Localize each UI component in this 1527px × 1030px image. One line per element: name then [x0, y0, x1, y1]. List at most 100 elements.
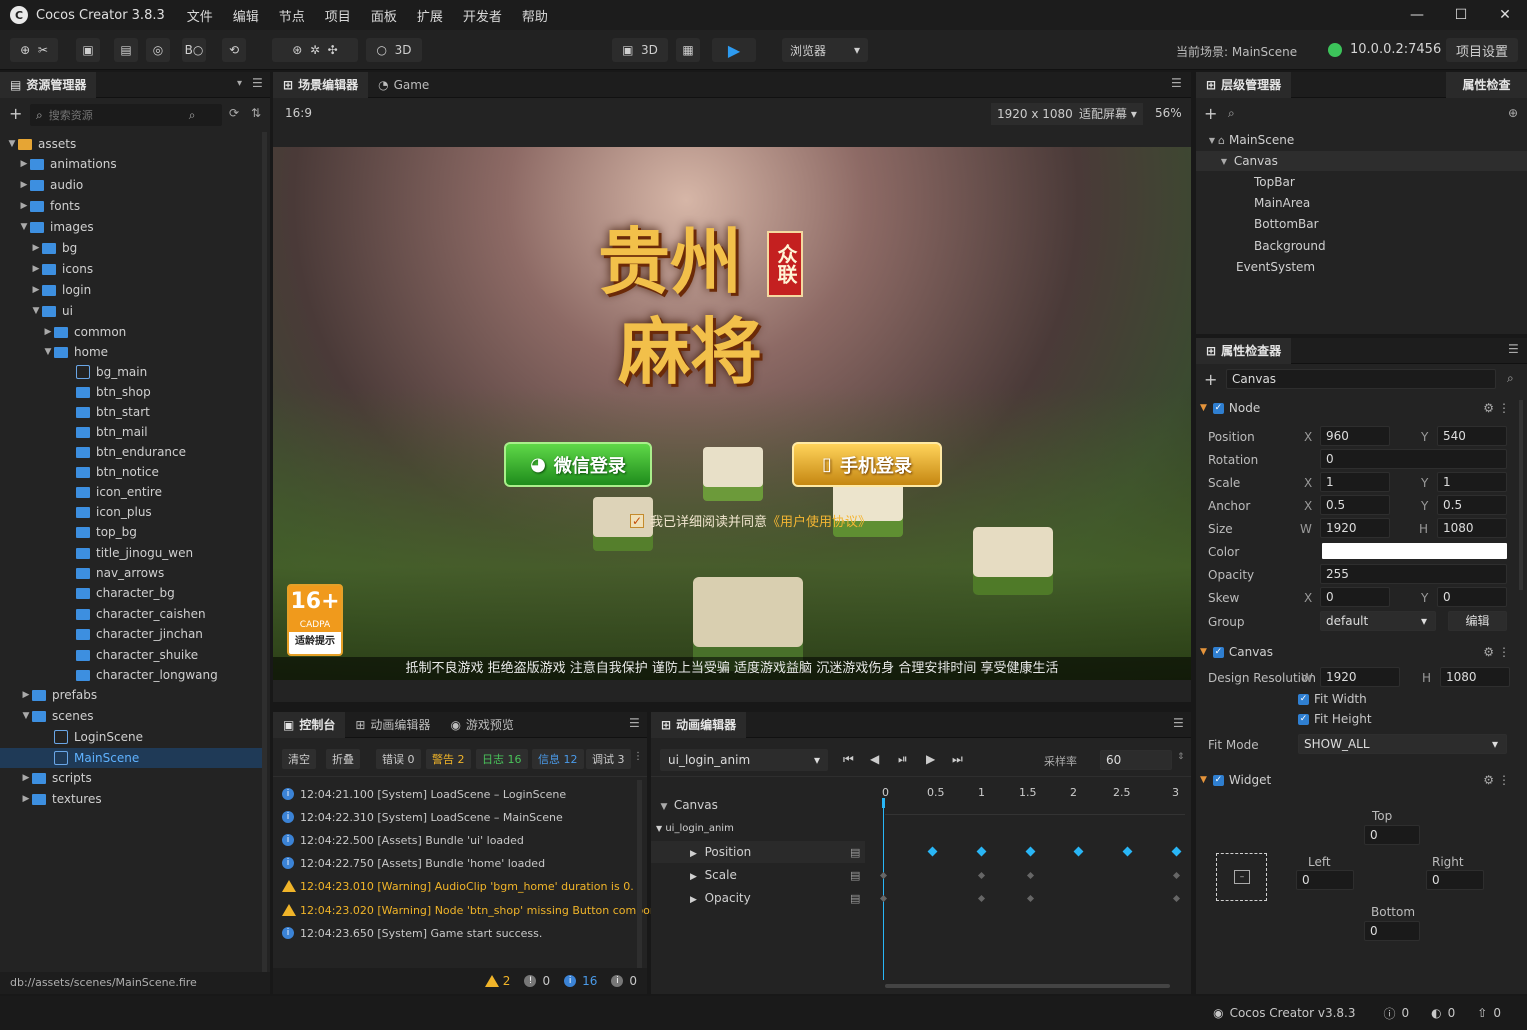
- assets-scrollbar[interactable]: [262, 132, 267, 972]
- node-section-header[interactable]: ▼ ✓ Node ⚙ ⋮: [1200, 397, 1520, 419]
- anim-tree-node[interactable]: ▼ ui_login_anim: [656, 823, 734, 834]
- tree-item-btn-start[interactable]: btn_start: [76, 402, 150, 422]
- sort-icon[interactable]: ⇅: [251, 106, 261, 120]
- expand-icon[interactable]: ▼: [1218, 157, 1230, 166]
- snap-tool-icon[interactable]: ▤: [114, 38, 138, 62]
- keyframe-dim[interactable]: [1172, 871, 1181, 880]
- expand-icon[interactable]: ▶: [18, 180, 30, 190]
- tree-item-character-caishen[interactable]: character_caishen: [76, 604, 206, 624]
- menu-icon[interactable]: ☰: [629, 716, 640, 730]
- fit-height-checkbox[interactable]: ✓: [1298, 713, 1309, 725]
- menu-developer[interactable]: 开发者: [453, 6, 512, 25]
- transform-tools[interactable]: ⊕ ✂: [10, 38, 58, 62]
- play-button[interactable]: ▶: [712, 38, 756, 62]
- expand-icon[interactable]: ▶: [18, 159, 30, 169]
- log-row[interactable]: i 12:04:22.750 [Assets] Bundle 'home' loa…: [282, 853, 545, 873]
- dropdown-icon[interactable]: ▾: [237, 78, 242, 89]
- sample-input[interactable]: 60: [1100, 750, 1172, 770]
- expand-icon[interactable]: ▶: [42, 327, 54, 337]
- prev-frame-icon[interactable]: ◀: [870, 752, 879, 766]
- keyframe-dim[interactable]: [879, 871, 888, 880]
- keyframe[interactable]: [1171, 846, 1182, 857]
- tree-item-icon-entire[interactable]: icon_entire: [76, 482, 162, 502]
- search-icon[interactable]: ⌕: [1228, 106, 1235, 121]
- tab-console[interactable]: ▣ 控制台: [273, 711, 346, 738]
- fit-mode-select[interactable]: SHOW_ALL ▾: [1298, 734, 1507, 754]
- phone-login-button[interactable]: ▯ 手机登录: [792, 442, 942, 487]
- local-icon[interactable]: ✲: [310, 43, 320, 57]
- tree-item-character-shuike[interactable]: character_shuike: [76, 645, 198, 665]
- expand-icon[interactable]: ▶: [20, 773, 32, 783]
- zoom-level[interactable]: 56%: [1155, 106, 1182, 120]
- expand-icon[interactable]: ▼: [6, 139, 18, 149]
- tree-item-character-jinchan[interactable]: character_jinchan: [76, 624, 203, 644]
- position-x-input[interactable]: 960: [1320, 426, 1390, 446]
- notification-icon[interactable]: ◐: [1431, 1006, 1441, 1020]
- tab-game-preview[interactable]: ◉ 游戏预览: [440, 712, 524, 738]
- expand-icon[interactable]: ▼: [20, 711, 32, 721]
- tree-item-login[interactable]: ▶ login: [30, 280, 92, 300]
- global-icon[interactable]: ✣: [328, 43, 338, 57]
- agreement-checkbox[interactable]: ✓: [630, 513, 644, 528]
- settings-icon[interactable]: ⊕: [1508, 106, 1518, 120]
- tab-animation-editor[interactable]: ⊞ 动画编辑器: [345, 712, 440, 738]
- tree-item-character-longwang[interactable]: character_longwang: [76, 665, 218, 685]
- first-frame-icon[interactable]: ⏮: [843, 752, 854, 767]
- agreement-link[interactable]: 《用户使用协议》: [767, 511, 871, 530]
- filter-debug-button[interactable]: 调试 3: [586, 749, 631, 769]
- filter-error-button[interactable]: 错误 0: [376, 749, 421, 769]
- scissors-icon[interactable]: ✂: [38, 43, 48, 57]
- menu-icon[interactable]: ☰: [1171, 76, 1182, 90]
- log-row[interactable]: i 12:04:22.500 [Assets] Bundle 'ui' loade…: [282, 830, 524, 850]
- size-h-input[interactable]: 1080: [1437, 518, 1507, 538]
- tree-item-mainscene[interactable]: MainScene: [0, 748, 262, 768]
- expand-icon[interactable]: ▶: [20, 690, 32, 700]
- widget-top-input[interactable]: 0: [1364, 825, 1420, 845]
- log-row[interactable]: 12:04:23.010 [Warning] AudioClip 'bgm_ho…: [282, 876, 634, 896]
- timeline-scrollbar[interactable]: [885, 984, 1170, 988]
- keyframe[interactable]: [1122, 846, 1133, 857]
- keyframe-dim[interactable]: [977, 894, 986, 903]
- add-node-icon[interactable]: +: [1204, 104, 1217, 123]
- node-name-input[interactable]: Canvas: [1226, 369, 1496, 389]
- expand-icon[interactable]: ▼: [18, 222, 30, 232]
- keyframe[interactable]: [1025, 846, 1036, 857]
- expand-icon[interactable]: ▶: [20, 794, 32, 804]
- keyframe[interactable]: [976, 846, 987, 857]
- menu-node[interactable]: 节点: [269, 6, 315, 25]
- mode-3d-toggle[interactable]: ○ 3D: [366, 38, 422, 62]
- film-icon[interactable]: ▦: [676, 38, 700, 62]
- bo-tool-icon[interactable]: B○: [182, 38, 206, 62]
- fit-width-checkbox[interactable]: ✓: [1298, 693, 1309, 705]
- timeline[interactable]: 0 0.5 1 1.5 2 2.5 3: [875, 784, 1185, 988]
- add-asset-icon[interactable]: +: [9, 104, 22, 123]
- fit-height-row[interactable]: ✓ Fit Height: [1298, 712, 1372, 726]
- move-tool-icon[interactable]: ⊕: [20, 43, 30, 57]
- filter-info-button[interactable]: 信息 12: [532, 749, 584, 769]
- anim-tree-root[interactable]: ▼ Canvas: [658, 798, 718, 812]
- widget-enabled-checkbox[interactable]: ✓: [1212, 774, 1224, 786]
- group-edit-button[interactable]: 编辑: [1448, 611, 1507, 631]
- tree-item-scenes[interactable]: ▼ scenes: [20, 706, 94, 726]
- upload-icon[interactable]: ⇧: [1477, 1006, 1487, 1020]
- console-scrollbar[interactable]: [637, 780, 642, 970]
- menu-help[interactable]: 帮助: [512, 6, 558, 25]
- tree-item-btn-shop[interactable]: btn_shop: [76, 382, 151, 402]
- tree-item-images[interactable]: ▼ images: [18, 217, 94, 237]
- tree-item-btn-endurance[interactable]: btn_endurance: [76, 442, 186, 462]
- scene-3d-toggle[interactable]: ▣ 3D: [612, 38, 668, 62]
- menu-icon[interactable]: ☰: [1508, 342, 1519, 356]
- filter-log-button[interactable]: 日志 16: [476, 749, 528, 769]
- expand-icon[interactable]: ▶: [690, 895, 697, 905]
- tree-item-ui[interactable]: ▼ ui: [30, 301, 73, 321]
- tree-item-top-bg[interactable]: top_bg: [76, 522, 137, 542]
- canvas-enabled-checkbox[interactable]: ✓: [1212, 646, 1224, 658]
- fit-screen-select[interactable]: 适配屏幕 ▾: [1073, 103, 1143, 125]
- next-frame-icon[interactable]: ▶: [926, 752, 935, 766]
- position-y-input[interactable]: 540: [1437, 426, 1507, 446]
- expand-icon[interactable]: ▶: [30, 243, 42, 253]
- tree-item-prefabs[interactable]: ▶ prefabs: [20, 685, 98, 705]
- keyframe-menu-icon[interactable]: ▤: [850, 846, 860, 859]
- tree-item-loginscene[interactable]: LoginScene: [54, 727, 143, 747]
- tree-item-btn-notice[interactable]: btn_notice: [76, 462, 159, 482]
